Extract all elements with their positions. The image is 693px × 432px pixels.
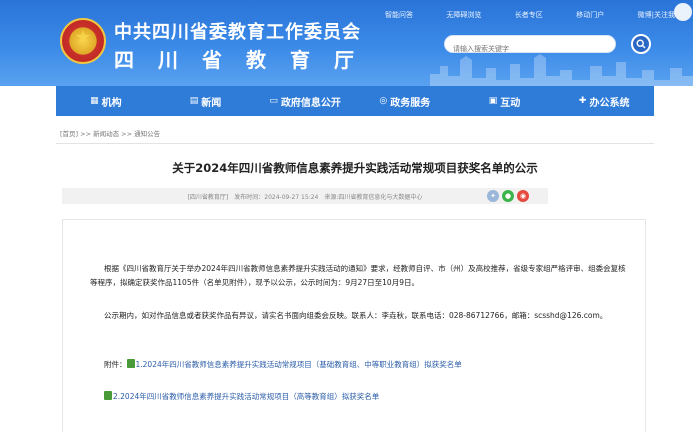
nav-item-jigou[interactable]: ▦ 机构 (56, 86, 156, 116)
share-buttons: ✦ ● ◉ (487, 190, 532, 202)
article-paragraph-1: 根据《四川省教育厅关于举办2024年四川省教师信息素养提升实践活动的通知》要求，… (90, 264, 626, 287)
top-link-mobile[interactable]: 移动门户 (576, 10, 604, 20)
main-nav: ▦ 机构 ▤ 新闻 ▭ 政府信息公开 ◎ 政务服务 ▣ 互动 ✚ 办公系统 (56, 86, 654, 116)
site-subtitle: 四川省教育厅 (114, 48, 378, 72)
office-icon: ✚ (578, 96, 587, 106)
article-meta: [四川省教育厅] 发布时间：2024-09-27 15:24 来源:四川省教育信… (62, 188, 548, 204)
nav-item-bangong[interactable]: ✚ 办公系统 (554, 86, 654, 116)
search-icon (636, 39, 646, 49)
top-links: 智能问答 无障碍浏览 长者专区 移动门户 微博|关注我 (385, 10, 675, 20)
site-title: 中共四川省委教育工作委员会 (114, 22, 361, 43)
newspaper-icon: ▤ (189, 96, 199, 106)
national-emblem-icon: ★ (60, 18, 106, 64)
meta-time: 发布时间：2024-09-27 15:24 (234, 193, 319, 201)
city-skyline-decoration (430, 54, 693, 86)
service-icon: ◎ (379, 96, 388, 106)
share-icon[interactable]: ✦ (487, 190, 499, 202)
nav-item-xinwen[interactable]: ▤ 新闻 (156, 86, 256, 116)
article-title: 关于2024年四川省教师信息素养提升实践活动常规项目获奖名单的公示 (172, 161, 538, 175)
top-link-accessibility[interactable]: 无障碍浏览 (446, 10, 481, 20)
top-link-qa[interactable]: 智能问答 (385, 10, 413, 20)
nav-item-hudong[interactable]: ▣ 互动 (455, 86, 555, 116)
attachment-link-1[interactable]: 1.2024年四川省教师信息素养提升实践活动常规项目（基础教育组、中等职业教育组… (136, 360, 462, 369)
search-input[interactable] (445, 41, 605, 57)
meta-from: 来源:四川省教育信息化与大数据中心 (324, 193, 423, 201)
weibo-icon[interactable]: ◉ (517, 190, 529, 202)
top-link-weibo[interactable]: 微博|关注我 (638, 10, 675, 20)
divider (56, 143, 654, 144)
chat-icon: ▣ (488, 96, 498, 106)
attachment-row-2: 2.2024年四川省教师信息素养提升实践活动常规项目（高等教育组）拟获奖名单 (104, 391, 379, 402)
file-icon (104, 391, 112, 400)
attachment-link-2[interactable]: 2.2024年四川省教师信息素养提升实践活动常规项目（高等教育组）拟获奖名单 (113, 392, 379, 401)
attachment-label: 附件： (104, 360, 127, 369)
weibo-follow-icon[interactable] (674, 3, 692, 21)
attachment-row-1: 附件： 1.2024年四川省教师信息素养提升实践活动常规项目（基础教育组、中等职业… (104, 359, 462, 370)
meta-source: [四川省教育厅] (187, 193, 229, 201)
nav-item-zhengwu[interactable]: ◎ 政务服务 (355, 86, 455, 116)
folder-icon: ▭ (269, 96, 278, 106)
site-header: ★ 中共四川省委教育工作委员会 四川省教育厅 智能问答 无障碍浏览 长者专区 移… (0, 0, 693, 86)
building-icon: ▦ (90, 96, 99, 106)
nav-item-xinxigongkai[interactable]: ▭ 政府信息公开 (255, 86, 355, 116)
breadcrumb[interactable]: [首页] >> 新闻动态 >> 通知公告 (60, 128, 160, 138)
search-box (444, 35, 616, 57)
search-button[interactable] (631, 34, 651, 54)
top-link-elderly[interactable]: 长者专区 (515, 10, 543, 20)
file-icon (126, 359, 135, 368)
wechat-icon[interactable]: ● (502, 190, 514, 202)
article-paragraph-2: 公示期内，如对作品信息或者获奖作品有异议，请实名书面向组委会反映。联系人：李垚秋… (104, 311, 608, 320)
